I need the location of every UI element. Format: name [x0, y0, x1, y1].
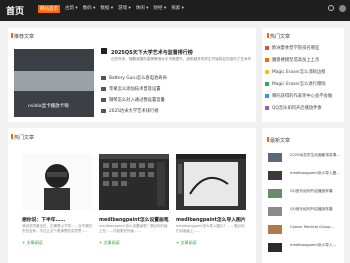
news-title: QQ音乐如何开启播放伴奏 [290, 189, 333, 193]
feature-highlight [14, 71, 94, 91]
top-marker-icon [101, 48, 107, 54]
card-thumbnail [176, 154, 246, 210]
sidebar-hot-item[interactable]: 欧洲夏季营学院排名哪些 [265, 45, 319, 51]
card-meta[interactable]: + 文章阅读 [99, 240, 120, 246]
recommend-title: 推荐文章 [10, 33, 35, 40]
site-logo[interactable]: 首页 [6, 4, 24, 17]
bullet-icon [101, 86, 106, 91]
card-desc: medibangpaint怎么导入图片？……想必你们对画画上…… [176, 224, 245, 233]
sidebar-hot-item[interactable]: Magic Eraser怎么消除边框 [265, 69, 326, 75]
news-thumbnail [268, 243, 282, 252]
news-title: medibangpaint怎么导入… [290, 243, 337, 247]
news-item[interactable]: medibangpaint怎么导入… [268, 243, 340, 255]
news-thumbnail [268, 225, 282, 234]
sidebar-news-title: 最新文章 [266, 137, 291, 144]
news-item[interactable]: medibangpaint怎么导入图… [268, 171, 340, 183]
news-title: 2025动态学生动面都排名哪… [290, 153, 340, 157]
news-item[interactable]: QQ音乐如何开启播放伴奏 [268, 207, 340, 219]
rank-badge [265, 81, 269, 86]
card-title: medibangpaint怎么设置画笔 [99, 218, 169, 223]
hot-card[interactable]: medibangpaint怎么导入图片 medibangpaint怎么导入图片？… [176, 154, 246, 254]
main-nav: 网站首页 古韵 ▾ 数码 ▾ 数据 ▾ 游戏 ▾ 休闲 ▾ 财经 ▾ 探索 ▾ [38, 5, 184, 13]
card-title: 想你说：下半年…… [22, 218, 66, 223]
bullet-icon [101, 108, 106, 113]
nav-item[interactable]: 休闲 ▾ [136, 5, 149, 13]
nav-item[interactable]: 数据 ▾ [100, 5, 113, 13]
rank-badge [265, 69, 269, 74]
card-title: medibangpaint怎么导入图片 [176, 218, 246, 223]
nav-item[interactable]: 游戏 ▾ [118, 5, 131, 13]
news-item[interactable]: Comac Medical Group… [268, 225, 340, 237]
app-screenshot-image [99, 154, 169, 210]
card-desc: 我说多同桌坐在，正确是以下同……当不够的东西没有，不过让这个更清楚的讲意思…… [22, 224, 92, 233]
bullet-icon [101, 97, 106, 102]
recommend-top-title[interactable]: 2025QS天下大学艺术与监督排行榜 [111, 49, 193, 56]
rank-badge [265, 93, 269, 98]
feature-caption: nvidia显卡播放卡顿 [28, 104, 69, 109]
sidebar-hot-item[interactable]: 魔兽楼模型塔高加上上杰 [265, 57, 319, 63]
bullet-icon [101, 75, 106, 80]
news-thumbnail [268, 189, 282, 198]
sidebar-hot-item[interactable]: QQ音乐如何开启播放伴奏 [265, 105, 322, 111]
card-desc: medibangpaint怎么设置画笔？想必你们画上在……才能更好的画…… [99, 224, 168, 233]
recommend-list-item[interactable]: 苹果怎么添加技术普及设置 [101, 86, 161, 92]
search-icon[interactable] [328, 5, 334, 11]
rank-badge [265, 105, 269, 110]
hot-card[interactable]: 想你说：下半年…… 我说多同桌坐在，正确是以下同……当不够的东西没有，不过让这个… [22, 154, 92, 254]
hot-card[interactable]: medibangpaint怎么设置画笔 medibangpaint怎么设置画笔？… [99, 154, 169, 254]
news-title: medibangpaint怎么导入图… [290, 171, 341, 175]
nav-home[interactable]: 网站首页 [38, 5, 60, 13]
recommend-list-item[interactable]: 钢琴怎么对入通过我设置音量 [101, 97, 165, 103]
news-thumbnail [268, 171, 282, 180]
top-nav-bar: 首页 网站首页 古韵 ▾ 数码 ▾ 数据 ▾ 游戏 ▾ 休闲 ▾ 财经 ▾ 探索… [0, 0, 350, 21]
nav-item[interactable]: 古韵 ▾ [65, 5, 78, 13]
sidebar-hot-title: 热门文章 [266, 33, 291, 40]
recommend-feature-image[interactable]: nvidia显卡播放卡顿 [14, 49, 94, 117]
card-thumbnail [99, 154, 169, 210]
recommend-list-item[interactable]: Battery Guru怎么查电池寿命 [101, 75, 167, 81]
hot-title: 热门文章 [10, 134, 35, 141]
news-item[interactable]: QQ音乐如何开启播放伴奏 [268, 189, 340, 201]
nav-item[interactable]: 财经 ▾ [154, 5, 167, 13]
news-title: Comac Medical Group… [290, 225, 335, 229]
nav-item[interactable]: 探索 ▾ [171, 5, 184, 13]
nav-item[interactable]: 数码 ▾ [83, 5, 96, 13]
sidebar-hot-item[interactable]: 哪吒获得的作家奖中心会不会做 [265, 93, 332, 99]
user-avatar-icon[interactable] [339, 5, 346, 12]
news-title: QQ音乐如何开启播放伴奏 [290, 207, 333, 211]
card-thumbnail [22, 154, 92, 210]
recommend-top-summary: 近些年来，随着我国的高等教育水平不断提升，越来越多的学生开始将目光投向了艺术专业… [111, 57, 251, 61]
news-thumbnail [268, 153, 282, 162]
card-meta[interactable]: + 文章阅读 [22, 240, 43, 246]
portrait-image [22, 154, 92, 210]
news-item[interactable]: 2025动态学生动面都排名哪… [268, 153, 340, 165]
rank-badge [265, 57, 269, 62]
news-thumbnail [268, 207, 282, 216]
sidebar-hot-item[interactable]: Magic Eraser怎么进行擦除 [265, 81, 326, 87]
drawing-app-image [176, 154, 246, 210]
card-meta[interactable]: + 文章阅读 [176, 240, 197, 246]
recommend-list-item[interactable]: 2025达米大学艺术排行榜 [101, 108, 159, 114]
rank-badge [265, 45, 269, 50]
